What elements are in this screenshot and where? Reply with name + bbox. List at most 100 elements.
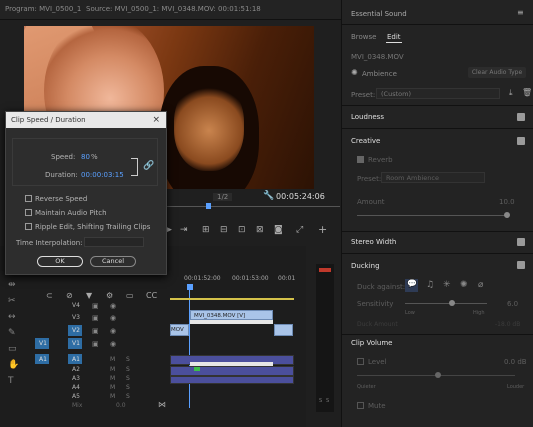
mute-button[interactable]: M	[110, 375, 115, 382]
clear-audio-type-button[interactable]: Clear Audio Type	[468, 67, 526, 78]
solo-button[interactable]: S	[126, 375, 130, 382]
track-label[interactable]: A3	[72, 375, 80, 382]
mute-button[interactable]: M	[110, 384, 115, 391]
level-checkbox[interactable]	[357, 358, 364, 365]
snap-icon[interactable]: ⊂	[46, 291, 53, 300]
track-label[interactable]: A1	[72, 356, 80, 363]
save-preset-icon[interactable]: ⤓	[509, 88, 513, 98]
loudness-checkbox[interactable]	[517, 113, 525, 121]
captions-icon[interactable]: ▭	[126, 291, 134, 300]
duration-input[interactable]: 00:00:03:15	[81, 171, 124, 179]
timeline-playhead-icon[interactable]	[187, 284, 193, 290]
level-slider-handle[interactable]	[435, 372, 441, 378]
add-button-icon[interactable]: +	[318, 223, 327, 236]
meter-solo-left[interactable]: S	[319, 398, 324, 406]
solo-button[interactable]: S	[126, 384, 130, 391]
ambience-type-icon[interactable]: ✺	[460, 280, 468, 290]
eye-icon[interactable]: ◉	[110, 327, 116, 335]
mute-checkbox[interactable]	[357, 402, 364, 409]
zoom-handle-icon[interactable]: ⋈	[158, 400, 166, 409]
reverb-preset-select[interactable]: Room Ambience	[381, 172, 485, 183]
creative-checkbox[interactable]	[517, 137, 525, 145]
preset-select[interactable]: (Custom)	[376, 88, 500, 99]
section-clip-volume[interactable]: Clip Volume	[351, 339, 392, 347]
scrub-bar[interactable]	[160, 206, 340, 207]
reverb-checkbox[interactable]	[357, 156, 364, 163]
unassigned-type-icon[interactable]: ⌀	[478, 280, 483, 290]
reverse-speed-checkbox[interactable]	[25, 195, 32, 202]
solo-button[interactable]: S	[126, 366, 130, 373]
ripple-tool-icon[interactable]: ⇹	[8, 280, 16, 290]
sensitivity-slider-handle[interactable]	[449, 300, 455, 306]
track-label[interactable]: A2	[72, 366, 80, 373]
tab-browse[interactable]: Browse	[351, 33, 377, 41]
rectangle-tool-icon[interactable]: ▭	[8, 344, 17, 354]
stereo-width-checkbox[interactable]	[517, 238, 525, 246]
fullscreen-icon[interactable]: ⤢	[296, 225, 303, 235]
cc-icon[interactable]: CC	[146, 291, 157, 300]
dialogue-type-icon[interactable]: 💬	[405, 279, 418, 292]
sensitivity-value[interactable]: 6.0	[507, 300, 518, 308]
track-label[interactable]: V1	[72, 340, 80, 347]
eye-icon[interactable]: ◉	[110, 302, 116, 310]
tab-source[interactable]: Source: MVI_0500_1: MVI_0348.MOV: 00:01:…	[86, 5, 261, 13]
link-chain-icon[interactable]: 🔗	[143, 161, 154, 171]
type-tool-icon[interactable]: T	[8, 376, 14, 386]
video-clip-v2-right[interactable]	[274, 324, 293, 336]
amount-value[interactable]: 10.0	[499, 198, 515, 206]
track-label[interactable]: V2	[72, 327, 80, 334]
ripple-edit-checkbox[interactable]	[25, 223, 32, 230]
overwrite-icon[interactable]: ⊠	[256, 225, 264, 235]
extract-icon[interactable]: ⊟	[220, 225, 228, 235]
camera-icon[interactable]: ◙	[274, 225, 283, 235]
amount-slider[interactable]	[357, 215, 507, 216]
meter-solo-right[interactable]: S	[326, 398, 331, 406]
track-label[interactable]: A5	[72, 393, 80, 400]
maintain-pitch-checkbox[interactable]	[25, 209, 32, 216]
mute-button[interactable]: M	[110, 393, 115, 400]
zoom-select[interactable]: 1/2	[213, 193, 233, 201]
sfx-type-icon[interactable]: ✳	[443, 280, 451, 290]
time-interpolation-select[interactable]	[84, 237, 144, 247]
speed-input[interactable]: 80	[81, 153, 90, 161]
eye-icon[interactable]: ◉	[110, 314, 116, 322]
toggle-sync-icon[interactable]: ▣	[92, 302, 99, 310]
track-label[interactable]: A4	[72, 384, 80, 391]
settings-icon[interactable]: ⚙	[106, 291, 113, 300]
keyframe-icon[interactable]	[194, 367, 200, 371]
wrench-icon[interactable]: 🔧	[263, 191, 274, 201]
section-ducking[interactable]: Ducking	[351, 262, 380, 270]
slip-tool-icon[interactable]: ↔	[8, 312, 16, 322]
marker-icon[interactable]: ▼	[86, 291, 92, 300]
solo-button[interactable]: S	[126, 393, 130, 400]
insert-icon[interactable]: ⊡	[238, 225, 246, 235]
razor-tool-icon[interactable]: ✂	[8, 296, 16, 306]
work-area-bar[interactable]	[170, 298, 294, 300]
level-value[interactable]: 0.0 dB	[504, 358, 527, 366]
panel-menu-icon[interactable]: ≡	[517, 8, 524, 17]
toggle-sync-icon[interactable]: ▣	[92, 314, 99, 322]
sensitivity-slider[interactable]	[405, 303, 487, 304]
step-forward-icon[interactable]: ⇥	[180, 225, 188, 235]
cancel-button[interactable]: Cancel	[90, 256, 136, 267]
hand-tool-icon[interactable]: ✋	[8, 360, 19, 370]
section-loudness[interactable]: Loudness	[351, 113, 384, 121]
section-stereo-width[interactable]: Stereo Width	[351, 238, 396, 246]
pen-tool-icon[interactable]: ✎	[8, 328, 16, 338]
lift-icon[interactable]: ⊞	[202, 225, 210, 235]
playhead-icon[interactable]	[206, 203, 211, 209]
audio-clip-a3[interactable]	[170, 376, 294, 384]
video-clip-v3[interactable]: MVI_0348.MOV [V]	[190, 310, 273, 320]
solo-button[interactable]: S	[126, 356, 130, 363]
video-clip-v2-left[interactable]: MOV	[170, 324, 189, 336]
tab-program[interactable]: Program: MVI_0500_1	[5, 5, 81, 13]
audio-clip-a2[interactable]	[170, 366, 294, 376]
trash-icon[interactable]: 🗑	[522, 88, 532, 97]
eye-icon[interactable]: ◉	[110, 340, 116, 348]
ducking-checkbox[interactable]	[517, 261, 525, 269]
amount-slider-handle[interactable]	[504, 212, 510, 218]
tab-edit[interactable]: Edit	[387, 33, 401, 41]
duck-amount-value[interactable]: -18.0 dB	[495, 321, 520, 328]
toggle-sync-icon[interactable]: ▣	[92, 327, 99, 335]
mute-button[interactable]: M	[110, 356, 115, 363]
